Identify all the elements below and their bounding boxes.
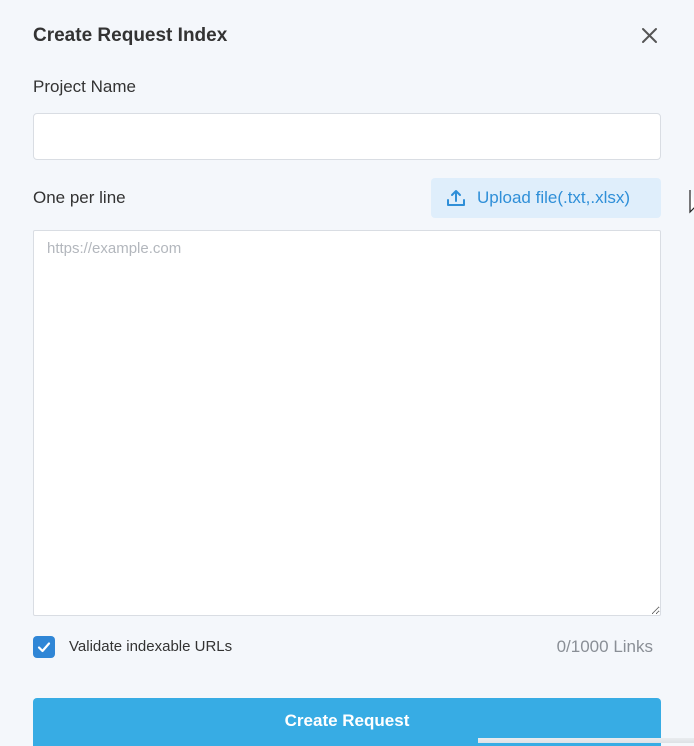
mouse-cursor-icon: [689, 190, 694, 214]
close-button[interactable]: [639, 25, 661, 47]
upload-file-label: Upload file(.txt,.xlsx): [477, 188, 631, 207]
project-name-label: Project Name: [33, 77, 136, 96]
project-name-input[interactable]: [33, 113, 661, 160]
one-per-line-label: One per line: [33, 188, 126, 207]
upload-icon: [446, 188, 466, 208]
validate-urls-label: Validate indexable URLs: [69, 638, 233, 655]
window-edge-shadow: [478, 738, 694, 743]
upload-file-button[interactable]: Upload file(.txt,.xlsx): [431, 178, 661, 218]
create-request-index-modal: Create Request Index Project Name One pe…: [0, 0, 686, 746]
urls-textarea[interactable]: [33, 230, 661, 616]
links-counter: 0/1000 Links: [556, 637, 653, 656]
close-icon: [642, 28, 657, 43]
modal-title: Create Request Index: [33, 25, 228, 46]
check-icon: [37, 642, 51, 653]
validate-urls-checkbox[interactable]: [33, 636, 55, 658]
